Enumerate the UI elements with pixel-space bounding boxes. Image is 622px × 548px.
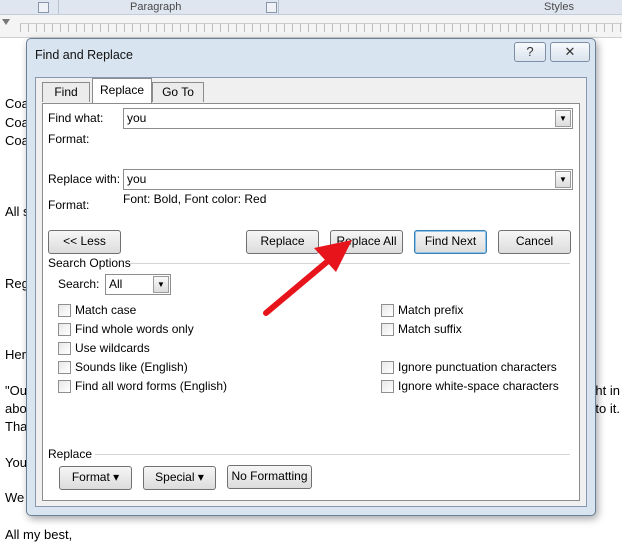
annotation-arrow-shaft	[263, 253, 337, 316]
tab-replace[interactable]: Replace	[92, 78, 152, 103]
tab-replace-label: Replace	[99, 83, 145, 97]
